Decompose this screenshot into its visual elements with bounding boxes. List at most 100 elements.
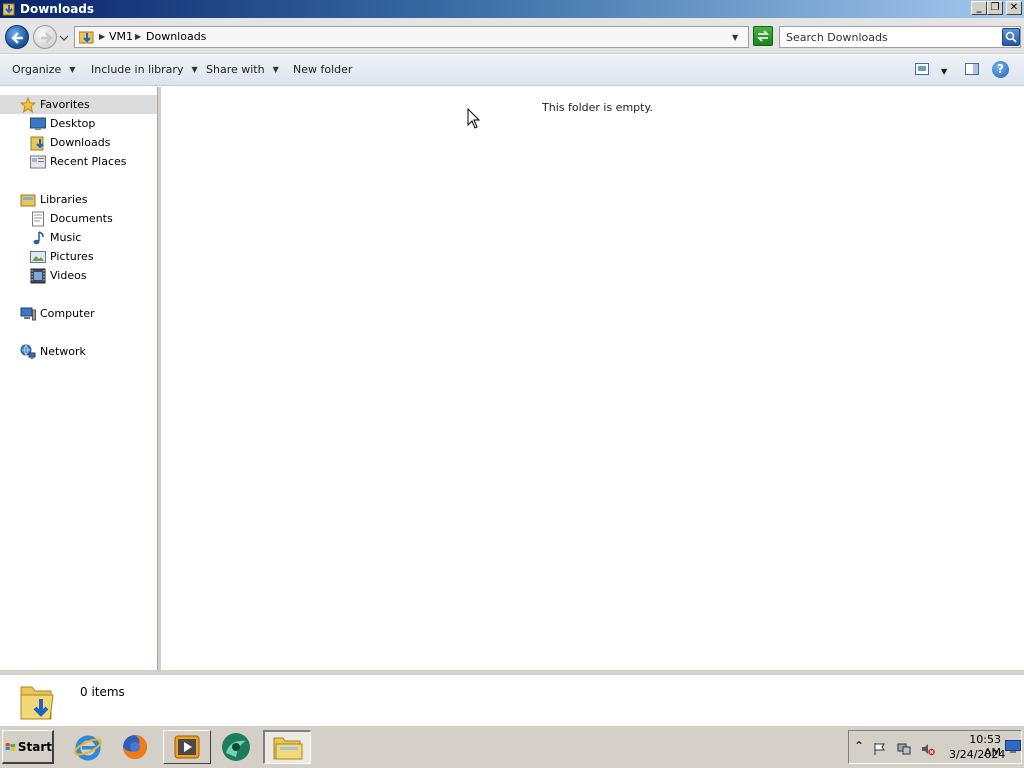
refresh-button[interactable]	[753, 26, 773, 46]
taskbar-windows-explorer[interactable]	[263, 730, 311, 764]
downloads-icon	[30, 136, 44, 150]
nav-computer-label: Computer	[40, 307, 95, 320]
crumb-separator-icon[interactable]: ▶	[135, 30, 141, 44]
nav-music[interactable]: Music	[30, 228, 81, 247]
show-desktop-icon[interactable]	[1005, 740, 1021, 754]
nav-libraries-label: Libraries	[40, 193, 88, 206]
new-folder-label: New folder	[293, 63, 353, 76]
close-icon: ✕	[1009, 2, 1019, 13]
nav-network[interactable]: Network	[20, 342, 86, 361]
folder-download-icon	[3, 3, 15, 16]
libraries-icon	[20, 194, 36, 206]
recent-pages-dropdown-icon[interactable]	[59, 34, 69, 42]
address-row: ▶ VM1 ▶ Downloads ▼	[0, 18, 1024, 54]
documents-icon	[32, 211, 44, 226]
close-button[interactable]: ✕	[1006, 1, 1022, 15]
desktop-icon	[30, 117, 46, 130]
address-history-dropdown-icon[interactable]: ▼	[732, 33, 738, 42]
view-options-dropdown-icon[interactable]: ▼	[941, 65, 947, 79]
pictures-icon	[30, 250, 46, 263]
network-status-icon[interactable]	[897, 742, 911, 756]
nav-network-label: Network	[40, 345, 86, 358]
nav-favorites[interactable]: Favorites	[0, 95, 157, 114]
minimize-icon: _	[976, 2, 982, 13]
nav-music-label: Music	[50, 231, 82, 244]
start-button[interactable]: Start	[2, 730, 54, 764]
nav-videos[interactable]: Videos	[30, 266, 87, 285]
navigation-pane: Favorites Desktop Downloads Recent Place…	[0, 87, 157, 670]
taskbar: Start ⌃ 10:53 AM 3/24/2024	[0, 725, 1024, 768]
nav-documents[interactable]: Documents	[30, 209, 113, 228]
details-pane: 0 items	[0, 670, 1024, 725]
item-count: 0 items	[80, 685, 125, 699]
window-title: Downloads	[20, 2, 95, 16]
taskbar-internet-explorer[interactable]	[70, 730, 106, 764]
taskbar-media-player[interactable]	[163, 730, 211, 764]
address-bar[interactable]: ▶ VM1 ▶ Downloads ▼	[74, 26, 749, 48]
nav-pictures[interactable]: Pictures	[30, 247, 94, 266]
mouse-cursor-icon	[467, 108, 481, 129]
nav-favorites-label: Favorites	[40, 98, 90, 111]
forward-arrow-icon	[41, 32, 53, 44]
preview-pane-icon[interactable]	[965, 63, 979, 75]
restore-button[interactable]: ❐	[987, 1, 1003, 15]
share-with-menu[interactable]: Share with ▼	[206, 63, 279, 77]
organize-menu[interactable]: Organize ▼	[12, 63, 75, 77]
nav-computer[interactable]: Computer	[20, 304, 95, 323]
change-view-icon[interactable]	[915, 63, 929, 75]
title-bar[interactable]: Downloads _ ❐ ✕	[0, 0, 1024, 18]
firefox-icon	[123, 735, 147, 759]
share-with-label: Share with	[206, 63, 265, 76]
chevron-down-icon: ▼	[191, 65, 198, 74]
back-button[interactable]	[5, 25, 29, 49]
clock-date[interactable]: 3/24/2024	[949, 748, 1005, 761]
back-arrow-icon	[11, 32, 23, 44]
nav-recent-places-label: Recent Places	[50, 155, 127, 168]
organize-label: Organize	[12, 63, 62, 76]
breadcrumb-downloads[interactable]: Downloads	[146, 30, 206, 44]
file-list-pane[interactable]: This folder is empty.	[161, 87, 1024, 670]
help-icon[interactable]: ?	[992, 61, 1009, 78]
nav-documents-label: Documents	[50, 212, 113, 225]
breadcrumb-vm1[interactable]: VM1	[109, 30, 133, 44]
new-folder-button[interactable]: New folder	[293, 63, 352, 77]
nav-desktop-label: Desktop	[50, 117, 96, 130]
nav-recent-places[interactable]: Recent Places	[30, 152, 127, 171]
include-in-library-menu[interactable]: Include in library ▼	[91, 63, 198, 77]
search-box[interactable]	[779, 26, 1021, 48]
computer-icon	[20, 307, 36, 320]
action-center-flag-icon[interactable]	[873, 742, 887, 756]
nav-downloads[interactable]: Downloads	[30, 133, 110, 152]
empty-folder-message: This folder is empty.	[542, 101, 653, 114]
taskbar-chrome-remote[interactable]	[218, 730, 254, 764]
windows-logo-icon	[5, 742, 16, 751]
videos-icon	[30, 268, 46, 283]
nav-libraries[interactable]: Libraries	[20, 190, 88, 209]
notification-area: ⌃ 10:53 AM 3/24/2024	[848, 730, 1022, 764]
downloads-folder-icon	[79, 31, 94, 44]
star-icon	[20, 96, 36, 113]
nav-downloads-label: Downloads	[50, 136, 111, 149]
explorer-icon	[273, 737, 302, 759]
recent-places-icon	[30, 155, 46, 168]
nav-pictures-label: Pictures	[50, 250, 94, 263]
search-input[interactable]	[786, 29, 996, 45]
command-bar: Organize ▼ Include in library ▼ Share with…	[0, 55, 1024, 86]
downloads-folder-large-icon	[20, 686, 54, 720]
minimize-button[interactable]: _	[971, 1, 987, 15]
chevron-down-icon: ▼	[272, 65, 279, 74]
network-icon	[20, 344, 36, 359]
start-label: Start	[17, 739, 52, 754]
taskbar-firefox[interactable]	[117, 730, 153, 764]
search-icon	[1005, 31, 1017, 43]
forward-button[interactable]	[33, 25, 57, 49]
crumb-separator-icon[interactable]: ▶	[99, 30, 105, 44]
volume-muted-icon[interactable]	[921, 742, 935, 756]
refresh-icon	[757, 30, 769, 42]
nav-videos-label: Videos	[50, 269, 87, 282]
search-button[interactable]	[1002, 28, 1020, 46]
show-hidden-icons-icon[interactable]: ⌃	[854, 739, 868, 753]
chrome-remote-icon	[222, 733, 250, 761]
nav-desktop[interactable]: Desktop	[30, 114, 95, 133]
media-player-icon	[174, 735, 200, 759]
